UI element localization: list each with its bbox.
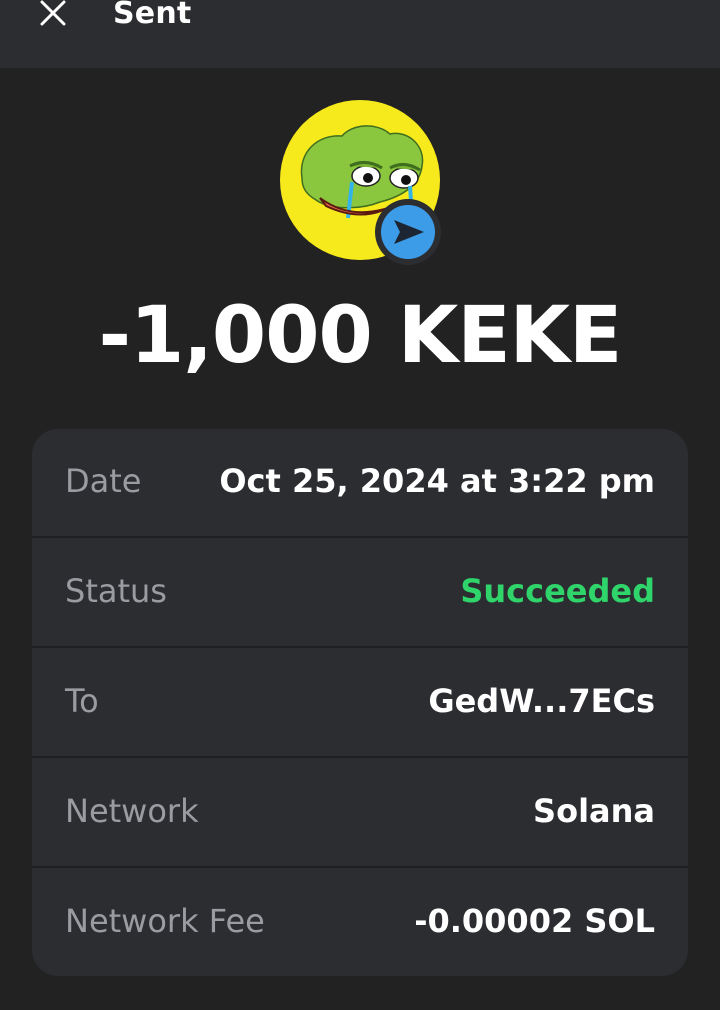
detail-row-date: Date Oct 25, 2024 at 3:22 pm bbox=[32, 429, 688, 538]
transaction-amount: -1,000 KEKE bbox=[98, 291, 623, 381]
detail-row-to[interactable]: To GedW...7ECs bbox=[32, 649, 688, 758]
row-divider bbox=[32, 646, 688, 648]
send-arrow-icon bbox=[375, 199, 441, 265]
network-fee-value: -0.00002 SOL bbox=[414, 902, 655, 940]
send-badge bbox=[374, 198, 442, 266]
close-icon bbox=[40, 0, 66, 26]
status-value: Succeeded bbox=[460, 572, 655, 610]
transaction-details-card: Date Oct 25, 2024 at 3:22 pm Status Succ… bbox=[32, 429, 688, 976]
close-button[interactable] bbox=[36, 0, 70, 30]
date-label: Date bbox=[65, 462, 142, 500]
to-label: To bbox=[65, 682, 99, 720]
date-value: Oct 25, 2024 at 3:22 pm bbox=[219, 462, 655, 500]
top-bar: Sent bbox=[0, 0, 720, 68]
network-value: Solana bbox=[533, 792, 655, 830]
row-divider bbox=[32, 536, 688, 538]
detail-row-status: Status Succeeded bbox=[32, 539, 688, 648]
to-address-value[interactable]: GedW...7ECs bbox=[428, 681, 655, 721]
status-label: Status bbox=[65, 572, 167, 610]
network-fee-label: Network Fee bbox=[65, 902, 265, 940]
network-label: Network bbox=[65, 792, 199, 830]
row-divider bbox=[32, 866, 688, 868]
detail-row-network-fee: Network Fee -0.00002 SOL bbox=[32, 869, 688, 976]
detail-row-network: Network Solana bbox=[32, 759, 688, 868]
row-divider bbox=[32, 756, 688, 758]
page-title: Sent bbox=[113, 0, 192, 31]
